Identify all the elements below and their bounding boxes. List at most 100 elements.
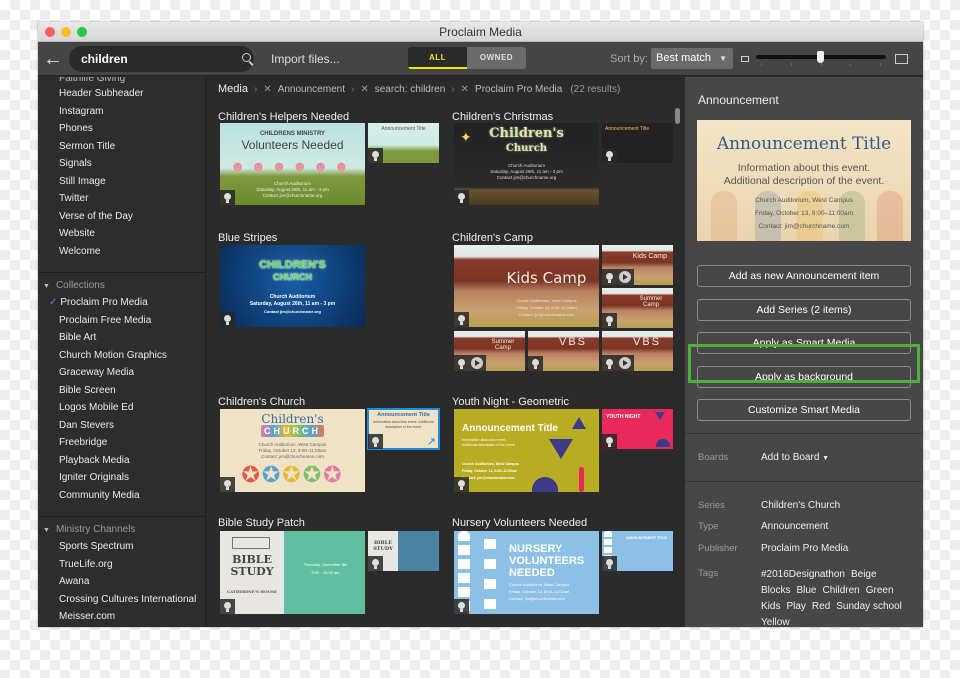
thumbnail-size-slider[interactable] [756,51,886,66]
lightbulb-icon[interactable] [454,190,469,205]
tag[interactable]: Red [812,600,830,613]
play-icon[interactable] [619,357,631,369]
lightbulb-icon[interactable] [528,356,543,371]
slider-handle[interactable] [817,51,824,63]
media-thumbnail[interactable]: Announcement Title Information about thi… [454,409,599,492]
minimize-window-button[interactable] [61,27,71,37]
sidebar-item[interactable]: Twitter [38,190,205,208]
lightbulb-icon[interactable] [454,477,469,492]
apply-smart-media-button[interactable]: Apply as Smart Media [697,332,911,354]
sidebar-item[interactable]: Bible Art [38,329,205,347]
tag[interactable]: Blocks [761,584,790,597]
result-card[interactable]: Youth Night - Geometric Announcement Tit… [452,395,673,492]
sidebar-item[interactable]: Graceway Media [38,364,205,382]
sidebar-item[interactable]: Still Image [38,173,205,191]
lightbulb-icon[interactable] [602,556,617,571]
breadcrumb-filter[interactable]: search: children [375,84,446,95]
media-thumbnail[interactable]: Children's Church ✦ Church Auditorium Sat… [454,123,599,205]
sidebar-item[interactable]: Logos Mobile Ed [38,399,205,417]
sidebar-item[interactable]: Faithlife Giving [38,77,205,85]
tag[interactable]: Children [822,584,859,597]
tag[interactable]: Kids [761,600,780,613]
sidebar-item[interactable]: Verse of the Day [38,208,205,226]
tag[interactable]: #2016Designathon [761,568,845,581]
remove-filter-icon[interactable]: ✕ [263,84,271,95]
sidebar-item[interactable]: Proclaim Free Media [38,312,205,330]
customize-smart-media-button[interactable]: Customize Smart Media [697,399,911,421]
result-card[interactable]: Nursery Volunteers Needed NURSERY VOLUNTE… [452,516,673,614]
lightbulb-icon[interactable] [602,434,617,449]
media-thumbnail-alt[interactable]: VBS [528,331,599,371]
sidebar-item[interactable]: Community Media [38,487,205,505]
lightbulb-icon[interactable] [220,477,235,492]
media-thumbnail-alt[interactable]: Summer Camp [602,288,673,328]
media-thumbnail-alt[interactable]: Announcement Title [368,123,439,163]
breadcrumb-root[interactable]: Media [218,83,248,95]
tag[interactable]: Green [866,584,894,597]
back-arrow-icon[interactable]: ← [39,42,67,76]
lightbulb-icon[interactable] [454,312,469,327]
sidebar-item[interactable]: Instagram [38,103,205,121]
sidebar-item[interactable]: Freebridge [38,434,205,452]
result-card[interactable]: Children's Church Children's CHURCH Chur… [218,395,440,492]
series-link[interactable]: Children's Church [761,500,840,522]
tag[interactable]: Yellow [761,616,790,627]
sidebar-item[interactable]: Welcome [38,243,205,261]
lightbulb-icon[interactable] [220,190,235,205]
sidebar-item[interactable]: Sports Spectrum [38,538,205,556]
breadcrumb-filter[interactable]: Announcement [278,84,345,95]
sidebar-item[interactable]: Igniter Originals [38,469,205,487]
lightbulb-icon[interactable] [454,599,469,614]
apply-background-button[interactable]: Apply as background [697,365,911,388]
sidebar-item[interactable]: Awana [38,573,205,591]
media-thumbnail[interactable]: NURSERY VOLUNTEERS NEEDED Church Auditoriu… [454,531,599,614]
media-thumbnail-alt-selected[interactable]: Announcement Title Information about thi… [367,408,440,450]
lightbulb-icon[interactable] [368,148,383,163]
sidebar-item[interactable]: Sermon Title [38,138,205,156]
result-card[interactable]: Children's Camp Kids Camp Church Auditor… [452,231,673,371]
search-icon[interactable] [241,52,251,66]
media-thumbnail[interactable]: Children's CHURCH Church Auditorium, Wes… [220,409,365,492]
tab-all[interactable]: ALL [408,47,467,69]
search-input[interactable] [81,51,241,66]
media-thumbnail[interactable]: CHILDREN'S CHURCH Church Auditorium Satur… [220,245,365,327]
result-card[interactable]: Bible Study Patch BIBLE STUDY CATHERINE'S… [218,516,439,614]
result-card[interactable]: Blue Stripes CHILDREN'S CHURCH Church Au… [218,231,365,327]
sort-dropdown[interactable]: Best match ▼ [651,48,733,69]
lightbulb-icon[interactable] [368,556,383,571]
add-announcement-item-button[interactable]: Add as new Announcement item [697,265,911,287]
media-thumbnail-alt[interactable]: BIBLE STUDY [368,531,439,571]
sidebar-item[interactable]: Website [38,225,205,243]
lightbulb-icon[interactable] [220,312,235,327]
sidebar-item[interactable]: Church Motion Graphics [38,347,205,365]
sidebar-item-proclaim-pro-media[interactable]: ✓ Proclaim Pro Media [38,294,205,312]
media-thumbnail-alt[interactable]: YOUTH NIGHT [602,409,673,449]
add-series-button[interactable]: Add Series (2 items) [697,298,911,321]
tab-owned[interactable]: OWNED [467,47,526,69]
publisher-link[interactable]: Proclaim Pro Media [761,543,848,565]
tag[interactable]: Play [786,600,805,613]
sidebar-item[interactable]: Crossing Cultures International [38,591,205,609]
result-card[interactable]: Children's Christmas Children's Church ✦… [452,110,673,205]
close-window-button[interactable] [45,27,55,37]
remove-filter-icon[interactable]: ✕ [360,84,368,95]
sidebar-item[interactable]: Meisser.com [38,608,205,626]
lightbulb-icon[interactable] [602,270,617,285]
play-icon[interactable] [471,357,483,369]
tag[interactable]: Blue [796,584,816,597]
expand-arrow-icon[interactable]: ↗ [427,436,436,448]
breadcrumb-filter[interactable]: Proclaim Pro Media [475,84,562,95]
lightbulb-icon[interactable] [368,434,383,449]
media-thumbnail-alt[interactable]: ANNOUNCEMENT TITLE [602,531,673,571]
sidebar-item[interactable]: Bible Screen [38,382,205,400]
sidebar-item[interactable]: TrueLife.org [38,556,205,574]
sidebar-item[interactable]: Signals [38,155,205,173]
tag[interactable]: Sunday school [836,600,902,613]
sidebar-item[interactable]: Dan Stevers [38,417,205,435]
play-icon[interactable] [619,271,631,283]
scrollbar[interactable] [675,108,680,124]
result-card[interactable]: Children's Helpers Needed CHILDRENS MINI… [218,110,439,205]
media-thumbnail-alt[interactable]: Announcement Title [602,123,673,163]
remove-filter-icon[interactable]: ✕ [461,84,469,95]
media-thumbnail-alt[interactable]: VBS [602,331,673,371]
